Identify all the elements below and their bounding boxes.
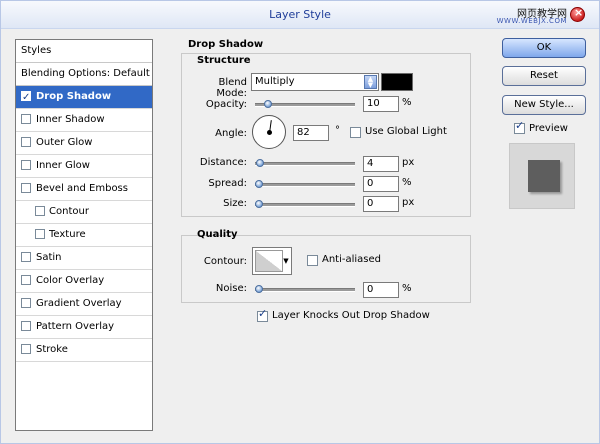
contour-picker[interactable]: ▼ xyxy=(252,247,292,275)
opacity-slider[interactable] xyxy=(255,100,355,108)
distance-label: Distance: xyxy=(199,157,247,168)
layer-knocks-out-label: Layer Knocks Out Drop Shadow xyxy=(272,310,430,321)
noise-unit: % xyxy=(402,283,412,294)
style-item-checkbox[interactable] xyxy=(21,275,31,285)
watermark-url-text: WWW.WEBJX.COM xyxy=(496,17,567,25)
style-item-label: Inner Shadow xyxy=(36,114,105,125)
updown-arrows-icon: ▲ ▼ xyxy=(364,75,377,89)
distance-slider[interactable] xyxy=(255,159,355,167)
style-item-checkbox[interactable] xyxy=(21,183,31,193)
watermark: 网页教学网 WWW.WEBJX.COM xyxy=(493,5,585,27)
style-item-label: Stroke xyxy=(36,344,68,355)
slider-thumb[interactable] xyxy=(255,180,263,188)
noise-label: Noise: xyxy=(215,283,247,294)
style-item-bevel-and-emboss[interactable]: Bevel and Emboss xyxy=(16,178,152,201)
style-item-label: Bevel and Emboss xyxy=(36,183,128,194)
anti-aliased-checkbox[interactable] xyxy=(307,255,318,266)
style-item-label: Inner Glow xyxy=(36,160,90,171)
style-item-pattern-overlay[interactable]: Pattern Overlay xyxy=(16,316,152,339)
style-item-label: Color Overlay xyxy=(36,275,105,286)
chevron-down-icon[interactable]: ▼ xyxy=(282,249,290,273)
angle-label: Angle: xyxy=(215,128,247,139)
blend-mode-value: Multiply xyxy=(255,76,295,87)
slider-thumb[interactable] xyxy=(255,285,263,293)
spread-input[interactable]: 0 xyxy=(363,176,399,192)
style-item-contour[interactable]: Contour xyxy=(16,201,152,224)
shadow-color-swatch[interactable] xyxy=(381,73,413,91)
slider-thumb[interactable] xyxy=(256,159,264,167)
style-item-satin[interactable]: Satin xyxy=(16,247,152,270)
quality-title: Quality xyxy=(197,229,238,240)
contour-label: Contour: xyxy=(203,256,247,267)
style-item-checkbox[interactable] xyxy=(21,87,31,109)
opacity-unit: % xyxy=(402,97,412,108)
structure-title: Structure xyxy=(197,55,251,66)
noise-input[interactable]: 0 xyxy=(363,282,399,298)
style-item-label: Outer Glow xyxy=(36,137,93,148)
distance-unit: px xyxy=(402,157,415,168)
style-preview-thumbnail xyxy=(509,143,575,209)
title-bar: Layer Style 网页教学网 WWW.WEBJX.COM xyxy=(1,1,599,29)
angle-input[interactable]: 82 xyxy=(293,125,329,141)
distance-input[interactable]: 4 xyxy=(363,156,399,172)
size-label: Size: xyxy=(223,198,247,209)
style-item-label: Pattern Overlay xyxy=(36,321,115,332)
style-item-checkbox[interactable] xyxy=(21,321,31,331)
anti-aliased-label: Anti-aliased xyxy=(322,254,382,265)
layer-style-dialog: Layer Style 网页教学网 WWW.WEBJX.COM Styles B… xyxy=(0,0,600,444)
blending-options-item[interactable]: Blending Options: Default xyxy=(16,63,152,86)
styles-header[interactable]: Styles xyxy=(16,40,152,63)
size-input[interactable]: 0 xyxy=(363,196,399,212)
noise-slider[interactable] xyxy=(255,285,355,293)
style-item-checkbox[interactable] xyxy=(21,137,31,147)
opacity-input[interactable]: 10 xyxy=(363,96,399,112)
spread-label: Spread: xyxy=(208,178,247,189)
opacity-label: Opacity: xyxy=(205,99,247,110)
layer-knocks-out-checkbox[interactable] xyxy=(257,307,268,322)
style-item-inner-glow[interactable]: Inner Glow xyxy=(16,155,152,178)
use-global-light-checkbox[interactable] xyxy=(350,127,361,138)
preview-checkbox[interactable] xyxy=(514,119,525,134)
ok-button[interactable]: OK xyxy=(502,38,586,58)
style-item-inner-shadow[interactable]: Inner Shadow xyxy=(16,109,152,132)
slider-thumb[interactable] xyxy=(264,100,272,108)
style-item-gradient-overlay[interactable]: Gradient Overlay xyxy=(16,293,152,316)
spread-slider[interactable] xyxy=(255,180,355,188)
style-item-label: Texture xyxy=(49,229,86,240)
style-item-outer-glow[interactable]: Outer Glow xyxy=(16,132,152,155)
angle-dial[interactable] xyxy=(252,115,286,149)
angle-unit: ° xyxy=(335,125,340,136)
style-item-checkbox[interactable] xyxy=(21,114,31,124)
slider-thumb[interactable] xyxy=(255,200,263,208)
style-item-label: Gradient Overlay xyxy=(36,298,122,309)
new-style-button[interactable]: New Style... xyxy=(502,95,586,115)
size-slider[interactable] xyxy=(255,200,355,208)
angle-dial-center xyxy=(267,130,272,135)
style-item-checkbox[interactable] xyxy=(21,344,31,354)
style-item-drop-shadow[interactable]: Drop Shadow xyxy=(16,86,152,109)
style-item-checkbox[interactable] xyxy=(35,206,45,216)
spread-unit: % xyxy=(402,177,412,188)
style-item-color-overlay[interactable]: Color Overlay xyxy=(16,270,152,293)
preview-label: Preview xyxy=(529,123,568,134)
size-unit: px xyxy=(402,197,415,208)
drop-shadow-title: Drop Shadow xyxy=(188,39,264,50)
style-item-label: Contour xyxy=(49,206,89,217)
use-global-light-label: Use Global Light xyxy=(365,126,447,137)
blend-mode-label: Blend Mode: xyxy=(216,77,247,99)
style-item-label: Drop Shadow xyxy=(36,91,112,102)
style-item-stroke[interactable]: Stroke xyxy=(16,339,152,362)
contour-preview xyxy=(255,250,283,272)
blend-mode-select[interactable]: Multiply ▲ ▼ xyxy=(251,73,379,91)
style-item-checkbox[interactable] xyxy=(21,298,31,308)
style-item-checkbox[interactable] xyxy=(21,252,31,262)
style-item-checkbox[interactable] xyxy=(21,160,31,170)
style-item-texture[interactable]: Texture xyxy=(16,224,152,247)
style-item-label: Satin xyxy=(36,252,62,263)
styles-list: Styles Blending Options: Default Drop Sh… xyxy=(15,39,153,431)
style-preview-square xyxy=(528,160,560,192)
close-icon[interactable] xyxy=(570,6,585,22)
style-item-checkbox[interactable] xyxy=(35,229,45,239)
reset-button[interactable]: Reset xyxy=(502,66,586,86)
